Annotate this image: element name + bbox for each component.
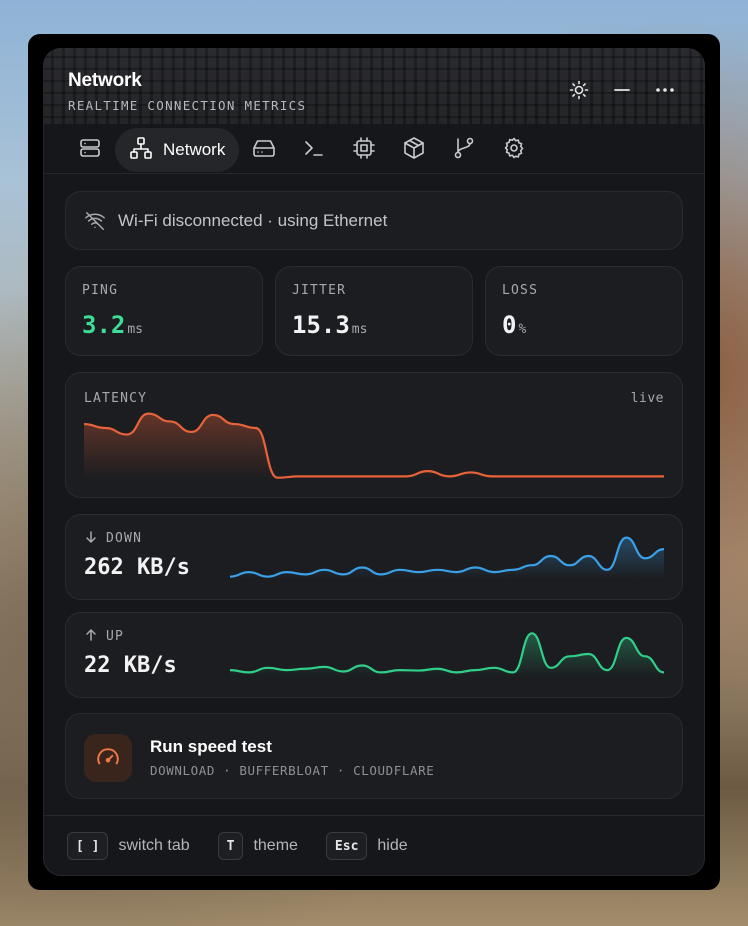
speedtest-title: Run speed test	[150, 737, 272, 756]
latency-card: LATENCY live	[65, 372, 683, 498]
tab-terminal[interactable]	[289, 128, 339, 172]
drive-icon	[252, 136, 276, 165]
settings-icon	[502, 136, 526, 165]
up-card: UP 22 KB/s	[65, 612, 683, 698]
loss-unit: %	[518, 322, 527, 337]
terminal-icon	[302, 136, 326, 165]
jitter-unit: ms	[351, 322, 368, 337]
switch-tab-key: [ ]	[67, 832, 109, 860]
loss-label: LOSS	[502, 283, 539, 298]
window-controls	[569, 80, 675, 100]
tab-system[interactable]	[65, 128, 115, 172]
wifi-status-card: Wi-Fi disconnected · using Ethernet	[65, 191, 683, 250]
tab-bar: Network	[65, 128, 539, 172]
ping-unit: ms	[127, 322, 144, 337]
loss-card: LOSS 0%	[485, 266, 683, 356]
tab-network-label: Network	[163, 140, 226, 159]
hide-label: hide	[377, 837, 408, 854]
jitter-card: JITTER 15.3 ms	[275, 266, 473, 356]
speedtest-subtitle: DOWNLOAD · BUFFERBLOAT · CLOUDFLARE	[150, 763, 435, 778]
tab-cpu[interactable]	[339, 128, 389, 172]
panel-header: Network REALTIME CONNECTION METRICS	[43, 48, 705, 124]
down-chart	[229, 536, 665, 579]
speedtest-button[interactable]: Run speed test DOWNLOAD · BUFFERBLOAT · …	[65, 713, 683, 799]
ping-value-wrap: 3.2 ms	[82, 311, 143, 339]
minimize-icon[interactable]	[613, 81, 631, 99]
up-chart	[229, 632, 665, 677]
shortcut-footer: [ ] switch tab T theme Esc hide	[43, 815, 705, 876]
latency-chart	[83, 412, 664, 479]
loss-value-wrap: 0%	[502, 311, 526, 339]
wifi-status-text: Wi-Fi disconnected · using Ethernet	[118, 211, 388, 230]
server-icon	[78, 136, 102, 165]
loss-value: 0	[502, 311, 517, 339]
switch-tab-label: switch tab	[118, 837, 190, 854]
network-panel: Network REALTIME CONNECTION METRICS Netw…	[43, 48, 705, 876]
more-icon[interactable]	[655, 80, 675, 100]
theme-key: T	[217, 832, 244, 860]
tab-settings[interactable]	[489, 128, 539, 172]
cpu-icon	[352, 136, 376, 165]
tab-network[interactable]: Network	[115, 128, 240, 172]
latency-area	[84, 413, 664, 479]
jitter-label: JITTER	[292, 283, 347, 298]
network-icon	[129, 136, 153, 165]
tabs-divider	[43, 173, 705, 174]
ping-card: PING 3.2 ms	[65, 266, 263, 356]
page-title: Network	[68, 70, 142, 91]
theme-label: theme	[253, 837, 298, 854]
jitter-value: 15.3	[292, 311, 350, 339]
sun-icon[interactable]	[569, 80, 589, 100]
speedometer-icon	[84, 734, 132, 782]
tab-packages[interactable]	[389, 128, 439, 172]
jitter-value-wrap: 15.3 ms	[292, 311, 367, 339]
git-branch-icon	[452, 136, 476, 165]
wifi-off-icon	[84, 210, 106, 237]
package-icon	[402, 136, 426, 165]
ping-label: PING	[82, 283, 119, 298]
down-card: DOWN 262 KB/s	[65, 514, 683, 600]
ping-value: 3.2	[82, 311, 126, 339]
hide-key: Esc	[325, 832, 368, 860]
tab-storage[interactable]	[239, 128, 289, 172]
tab-git[interactable]	[439, 128, 489, 172]
page-subtitle: REALTIME CONNECTION METRICS	[68, 98, 307, 113]
